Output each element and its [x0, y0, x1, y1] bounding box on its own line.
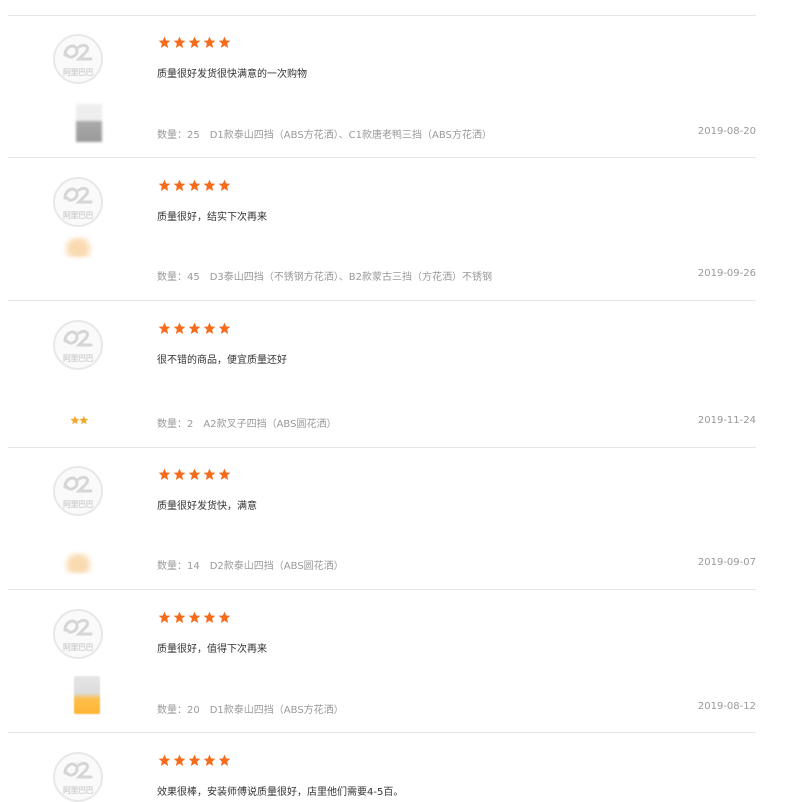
star-icon: [203, 322, 216, 335]
review-item: 阿里巴巴 质量很好，结实下次再来 数量：45 D3泰山四挡（不锈钢方花洒）、B2款…: [8, 159, 756, 301]
logo-text: 阿里巴巴: [63, 643, 94, 652]
star-icon: [218, 322, 231, 335]
review-content: 质量很好发货快，满意: [157, 501, 257, 512]
review-list: 阿里巴巴 质量很好发货很快满意的一次购物 数量：25 D1款泰山四挡（ABS方花洒…: [0, 0, 800, 802]
review-date: 2019-09-26: [697, 268, 756, 279]
order-meta: 数量：2 A2款叉子四挡（ABS圆花洒）: [157, 415, 336, 430]
star-icon: [203, 468, 216, 481]
review-date: 2019-09-07: [697, 557, 756, 568]
order-meta: 数量：14 D2款泰山四挡（ABS圆花洒）: [157, 557, 344, 572]
alibaba-logo-icon: 阿里巴巴: [53, 177, 103, 227]
buyer-avatar: 阿里巴巴: [53, 466, 113, 516]
star-icon: [218, 468, 231, 481]
product-spec: A2款叉子四挡（ABS圆花洒）: [203, 419, 337, 430]
buyer-avatar: 阿里巴巴: [53, 609, 113, 659]
star-icon: [173, 322, 186, 335]
review-content: 很不错的商品，便宜质量还好: [157, 355, 287, 366]
logo-text: 阿里巴巴: [63, 786, 94, 795]
review-content: 质量很好，结实下次再来: [157, 212, 267, 223]
star-icon: [188, 611, 201, 624]
review-photo-thumbnail[interactable]: ★★: [70, 414, 89, 427]
product-spec: D1款泰山四挡（ABS方花洒）、C1款唐老鸭三挡（ABS方花洒）: [209, 130, 492, 141]
order-meta: 数量：20 D1款泰山四挡（ABS方花洒）: [157, 701, 344, 716]
review-item: 阿里巴巴 ★★ 很不错的商品，便宜质量还好 数量：2 A2款叉子四挡（ABS圆花洒…: [8, 302, 756, 448]
review-photo-thumbnail[interactable]: [63, 237, 101, 257]
review-content: 质量很好发货很快满意的一次购物: [157, 69, 307, 80]
star-icon: [173, 468, 186, 481]
logo-text: 阿里巴巴: [63, 500, 94, 509]
star-icon: [218, 179, 231, 192]
buyer-avatar: 阿里巴巴: [53, 320, 113, 370]
star-icon: [158, 179, 171, 192]
star-icon: [203, 611, 216, 624]
rating-stars: [158, 179, 231, 192]
product-spec: D1款泰山四挡（ABS方花洒）: [209, 705, 344, 716]
star-icon: [188, 322, 201, 335]
star-icon: [203, 36, 216, 49]
review-item: 阿里巴巴 质量很好发货很快满意的一次购物 数量：25 D1款泰山四挡（ABS方花洒…: [8, 16, 756, 158]
review-date: 2019-08-20: [697, 126, 756, 137]
quantity-label: 数量：: [157, 561, 187, 572]
star-icon: [173, 754, 186, 767]
buyer-avatar: 阿里巴巴: [53, 752, 113, 802]
alibaba-logo-icon: 阿里巴巴: [53, 609, 103, 659]
star-icon: [218, 36, 231, 49]
star-icon: [158, 611, 171, 624]
star-icon: [203, 754, 216, 767]
alibaba-logo-icon: 阿里巴巴: [53, 466, 103, 516]
review-date: 2019-11-24: [697, 415, 756, 426]
star-icon: [158, 322, 171, 335]
star-icon: [203, 179, 216, 192]
review-photo-thumbnail[interactable]: [74, 676, 100, 714]
review-item: 阿里巴巴 效果很棒，安装师傅说质量很好，店里他们需要4-5百。: [8, 734, 756, 802]
review-photo-thumbnail[interactable]: [63, 553, 101, 573]
product-spec: D2款泰山四挡（ABS圆花洒）: [209, 561, 344, 572]
star-icon: [188, 468, 201, 481]
logo-text: 阿里巴巴: [63, 211, 94, 220]
quantity-value: 45: [187, 272, 200, 283]
quantity-label: 数量：: [157, 705, 187, 716]
review-item: 阿里巴巴 质量很好，值得下次再来 数量：20 D1款泰山四挡（ABS方花洒） 20…: [8, 591, 756, 733]
review-item: 阿里巴巴 质量很好发货快，满意 数量：14 D2款泰山四挡（ABS圆花洒） 201…: [8, 448, 756, 590]
review-content: 质量很好，值得下次再来: [157, 644, 267, 655]
review-photo-thumbnail[interactable]: [76, 104, 102, 142]
alibaba-logo-icon: 阿里巴巴: [53, 320, 103, 370]
rating-stars: [158, 611, 231, 624]
buyer-avatar: 阿里巴巴: [53, 34, 113, 84]
alibaba-logo-icon: 阿里巴巴: [53, 34, 103, 84]
order-meta: 数量：45 D3泰山四挡（不锈钢方花洒）、B2款蒙古三挡（方花洒）不锈钢: [157, 268, 492, 283]
star-icon: [173, 611, 186, 624]
buyer-avatar: 阿里巴巴: [53, 177, 113, 227]
quantity-value: 25: [187, 130, 200, 141]
star-icon: [158, 754, 171, 767]
rating-stars: [158, 36, 231, 49]
review-content: 效果很棒，安装师傅说质量很好，店里他们需要4-5百。: [157, 787, 404, 798]
rating-stars: [158, 754, 231, 767]
logo-text: 阿里巴巴: [63, 354, 94, 363]
rating-stars: [158, 322, 231, 335]
review-date: 2019-08-12: [697, 701, 756, 712]
star-icon: [218, 754, 231, 767]
star-icon: [173, 36, 186, 49]
star-icon: [188, 179, 201, 192]
quantity-value: 14: [187, 561, 200, 572]
order-meta: 数量：25 D1款泰山四挡（ABS方花洒）、C1款唐老鸭三挡（ABS方花洒）: [157, 126, 492, 141]
star-icon: [158, 36, 171, 49]
quantity-value: 2: [187, 419, 194, 430]
alibaba-logo-icon: 阿里巴巴: [53, 752, 103, 802]
quantity-value: 20: [187, 705, 200, 716]
star-icon: [188, 36, 201, 49]
quantity-label: 数量：: [157, 272, 187, 283]
quantity-label: 数量：: [157, 419, 187, 430]
logo-text: 阿里巴巴: [63, 68, 94, 77]
star-icon: [173, 179, 186, 192]
star-icon: [188, 754, 201, 767]
star-icon: [218, 611, 231, 624]
rating-stars: [158, 468, 231, 481]
quantity-label: 数量：: [157, 130, 187, 141]
star-icon: [158, 468, 171, 481]
product-spec: D3泰山四挡（不锈钢方花洒）、B2款蒙古三挡（方花洒）不锈钢: [209, 272, 493, 283]
